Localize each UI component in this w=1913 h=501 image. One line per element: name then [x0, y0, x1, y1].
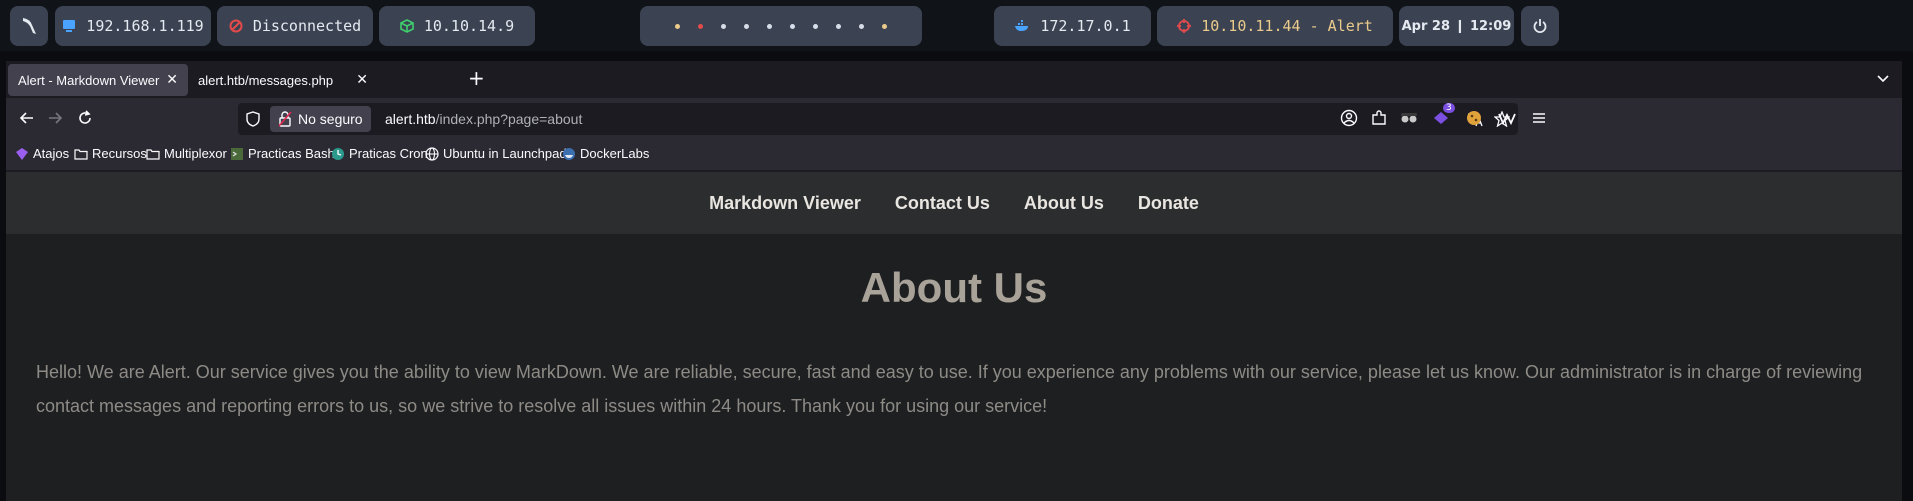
target-text: 10.10.11.44 - Alert: [1201, 17, 1373, 35]
security-label: No seguro: [298, 111, 363, 127]
local-ip-indicator[interactable]: 192.168.1.119: [55, 6, 211, 46]
workspace-dot[interactable]: [767, 23, 772, 29]
kali-dragon-icon: [23, 18, 36, 34]
bookmark-label: Ubuntu in Launchpad: [443, 146, 567, 161]
new-tab-button[interactable]: +: [468, 68, 485, 88]
close-tab-icon[interactable]: ✕: [166, 71, 178, 88]
docker-whale-icon: [1014, 20, 1030, 32]
folder-icon: [74, 148, 88, 160]
bookmarks-toolbar: Atajos Recursos Multiplexor Practicas Ba…: [6, 140, 1902, 170]
workspace-dot[interactable]: [859, 23, 864, 29]
bookmark-label: Practicas Bash: [248, 146, 335, 161]
url-text[interactable]: alert.htb/index.php?page=about: [385, 111, 582, 127]
back-arrow-icon[interactable]: [18, 109, 36, 127]
workspace-dot[interactable]: [675, 23, 680, 29]
cron-favicon-icon: [332, 147, 344, 160]
globe-icon: [425, 146, 439, 161]
extensions-puzzle-icon[interactable]: [1370, 109, 1388, 127]
workspace-dot[interactable]: [882, 23, 887, 29]
forward-arrow-icon[interactable]: [46, 109, 64, 127]
tab-label: Alert - Markdown Viewer: [18, 72, 160, 88]
wappalyzer-extension-icon[interactable]: [1497, 109, 1517, 127]
site-security-button[interactable]: No seguro: [270, 106, 371, 132]
purple-gem-icon: [16, 147, 28, 160]
web-page-content: Markdown Viewer Contact Us About Us Dona…: [6, 172, 1902, 501]
cube-icon: [400, 19, 414, 33]
spy-glasses-extension-icon[interactable]: [1399, 109, 1419, 127]
workspace-dot[interactable]: [744, 23, 749, 29]
url-path: /index.php?page=about: [435, 111, 583, 127]
bookmark-atajos[interactable]: Atajos: [15, 146, 69, 161]
bookmark-label: DockerLabs: [580, 146, 650, 161]
folder-icon: [146, 148, 160, 160]
bookmark-ubuntu-launchpad[interactable]: Ubuntu in Launchpad: [425, 146, 567, 161]
reload-icon[interactable]: [76, 109, 94, 127]
vpn-ip-indicator[interactable]: 10.10.14.9: [379, 6, 535, 46]
hamburger-menu-icon[interactable]: [1530, 109, 1548, 127]
page-title: About Us: [860, 264, 1048, 311]
workspace-dot[interactable]: [836, 23, 841, 29]
navigation-toolbar: No seguro alert.htb/index.php?page=about…: [6, 98, 1902, 140]
tracking-protection-shield-icon[interactable]: [246, 111, 260, 127]
power-button[interactable]: [1521, 6, 1559, 46]
vpn-ip-text: 10.10.14.9: [423, 17, 515, 35]
url-host: alert.htb: [385, 111, 436, 127]
clock-text: Apr 28 ❙ 12:09: [1401, 18, 1512, 34]
address-bar[interactable]: No seguro alert.htb/index.php?page=about: [238, 103, 1518, 135]
nav-link-markdown-viewer[interactable]: Markdown Viewer: [709, 193, 861, 214]
nav-link-contact-us[interactable]: Contact Us: [895, 193, 990, 214]
tab-label: alert.htb/messages.php: [198, 72, 334, 88]
tab-strip: Alert - Markdown Viewer ✕ alert.htb/mess…: [6, 61, 1902, 98]
docker-ip-indicator[interactable]: 172.17.0.1: [994, 6, 1151, 46]
local-ip-text: 192.168.1.119: [86, 17, 204, 35]
bookmark-practicas-bash[interactable]: Practicas Bash: [230, 146, 335, 161]
monitor-icon: [62, 19, 76, 33]
bash-favicon-icon: [231, 147, 243, 160]
site-navigation: Markdown Viewer Contact Us About Us Dona…: [6, 172, 1902, 234]
system-top-bar: 192.168.1.119 Disconnected 10.10.14.9 17…: [0, 0, 1913, 51]
workspace-dot[interactable]: [813, 23, 818, 29]
power-icon: [1533, 19, 1547, 33]
bookmark-label: Multiplexor: [164, 146, 227, 161]
crosshair-icon: [1177, 19, 1192, 33]
list-all-tabs-icon[interactable]: [1876, 71, 1890, 85]
about-paragraph: Hello! We are Alert. Our service gives y…: [36, 362, 1863, 416]
bookmark-praticas-cron[interactable]: Praticas Cron: [331, 146, 428, 161]
bookmark-recursos[interactable]: Recursos: [74, 146, 147, 161]
bookmark-label: Praticas Cron: [349, 146, 428, 161]
bookmark-dockerlabs[interactable]: DockerLabs: [562, 146, 649, 161]
workspace-dot[interactable]: [790, 23, 795, 29]
nav-link-about-us[interactable]: About Us: [1024, 193, 1104, 214]
bookmark-label: Recursos: [92, 146, 147, 161]
dockerlabs-favicon-icon: [563, 147, 575, 160]
extension-badge: 3: [1443, 103, 1455, 113]
close-tab-icon[interactable]: ✕: [356, 71, 368, 88]
firefox-window: Alert - Markdown Viewer ✕ alert.htb/mess…: [6, 61, 1902, 501]
launcher-button[interactable]: [10, 6, 48, 46]
bookmark-label: Atajos: [33, 146, 70, 161]
workspace-switcher[interactable]: [640, 6, 922, 46]
insecure-lock-icon: [278, 111, 292, 127]
cookie-extension-icon[interactable]: [1465, 109, 1483, 127]
nav-link-donate[interactable]: Donate: [1138, 193, 1199, 214]
docker-ip-text: 172.17.0.1: [1040, 17, 1131, 35]
workspace-dot[interactable]: [698, 23, 703, 29]
target-indicator[interactable]: 10.10.11.44 - Alert: [1157, 6, 1393, 46]
disconnected-icon: [229, 19, 243, 33]
vpn-status-indicator[interactable]: Disconnected: [217, 6, 373, 46]
tab-alert-markdown-viewer[interactable]: Alert - Markdown Viewer ✕: [8, 64, 188, 96]
bookmark-multiplexor[interactable]: Multiplexor: [146, 146, 227, 161]
vpn-status-text: Disconnected: [252, 17, 362, 35]
workspace-dot[interactable]: [721, 23, 726, 29]
tab-messages[interactable]: alert.htb/messages.php ✕: [188, 64, 378, 96]
clock[interactable]: Apr 28 ❙ 12:09: [1399, 6, 1514, 46]
account-icon[interactable]: [1340, 109, 1358, 127]
